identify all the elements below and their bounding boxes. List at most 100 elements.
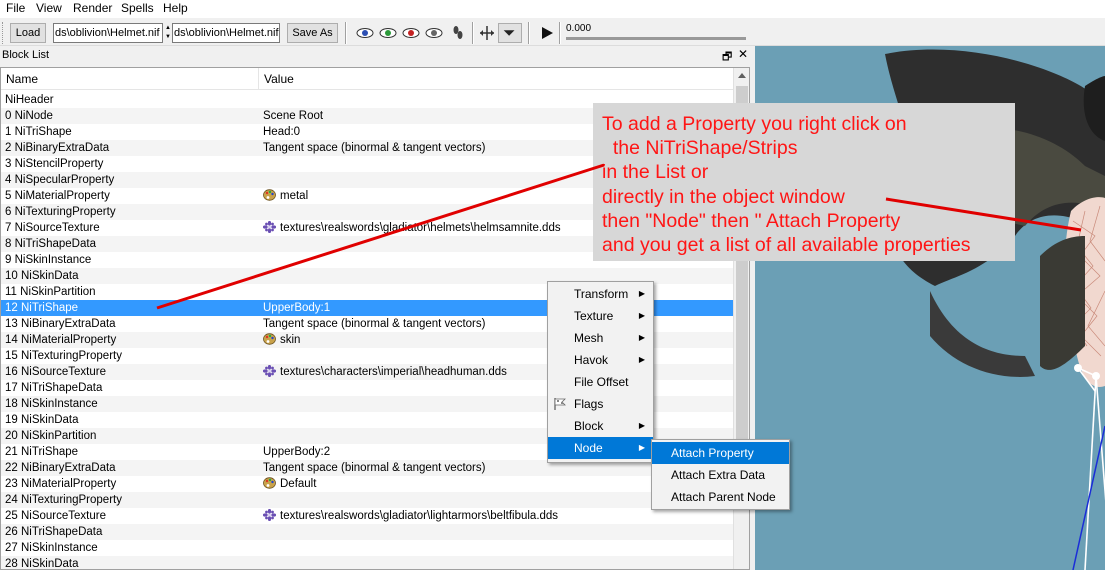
- view-top-icon[interactable]: [356, 24, 374, 42]
- context-menu-label: File Offset: [574, 375, 629, 389]
- context-menu-label: Flags: [574, 397, 604, 411]
- toolbar-separator: [559, 22, 561, 44]
- row-name-cell: 3 NiStencilProperty: [5, 158, 104, 170]
- row-name-cell: 18 NiSkinInstance: [5, 398, 98, 410]
- row-value-cell: textures\realswords\gladiator\helmets\he…: [263, 221, 561, 235]
- table-row[interactable]: 28 NiSkinData: [1, 556, 733, 570]
- annotation-line: directly in the object window: [602, 185, 845, 208]
- context-menu-item-block[interactable]: Block ▶: [548, 415, 653, 437]
- menu-file[interactable]: File: [6, 1, 25, 15]
- row-name-cell: 20 NiSkinPartition: [5, 430, 97, 442]
- load-button[interactable]: Load: [10, 23, 46, 43]
- time-slider[interactable]: [566, 37, 746, 40]
- submenu-arrow-icon: ▶: [638, 355, 645, 364]
- row-value-text: Default: [280, 478, 317, 490]
- row-name-cell: 13 NiBinaryExtraData: [5, 318, 116, 330]
- annotation-line: the NiTriShape/Strips: [602, 137, 798, 160]
- row-value-text: Tangent space (binormal & tangent vector…: [263, 142, 486, 154]
- flag-icon: [554, 398, 566, 410]
- row-value-cell: Default: [263, 477, 316, 491]
- toolbar-separator: [345, 22, 347, 44]
- load-path-spinner[interactable]: ▲ ▼: [164, 24, 172, 42]
- context-menu-item-texture[interactable]: Texture ▶: [548, 305, 653, 327]
- float-icon[interactable]: 🗗: [722, 48, 732, 67]
- row-name-cell: NiHeader: [5, 94, 54, 106]
- row-value-cell: Tangent space (binormal & tangent vector…: [263, 461, 485, 475]
- submenu-arrow-icon: ▶: [638, 333, 645, 342]
- row-name-cell: 21 NiTriShape: [5, 446, 79, 458]
- context-menu-item-transform[interactable]: Transform ▶: [548, 283, 653, 305]
- submenu-item-attach-extra-data[interactable]: Attach Extra Data: [652, 464, 789, 486]
- axis-icon[interactable]: [478, 24, 496, 42]
- submenu-arrow-icon: ▶: [638, 421, 645, 430]
- context-menu-item-node[interactable]: Node ▶: [548, 437, 653, 459]
- row-name-cell: 7 NiSourceTexture: [5, 222, 100, 234]
- time-value: 0.000: [566, 23, 592, 34]
- row-name-cell: 12 NiTriShape: [5, 302, 79, 314]
- texture-icon: [263, 509, 276, 521]
- context-menu-item-flags[interactable]: Flags: [548, 393, 653, 415]
- column-header-name[interactable]: Name: [1, 68, 259, 90]
- close-icon[interactable]: ✕: [738, 47, 748, 61]
- context-menu-label: Block: [574, 419, 604, 433]
- block-list-titlebar: Block List 🗗 ✕: [0, 46, 752, 66]
- menu-view[interactable]: View: [36, 1, 62, 15]
- context-menu-label: Texture: [574, 309, 614, 323]
- context-menu-label: Havok: [574, 353, 609, 367]
- table-row[interactable]: 23 NiMaterialProperty Default: [1, 476, 733, 492]
- row-value-cell: Head:0: [263, 125, 300, 139]
- annotation-line: in the List or: [602, 161, 709, 184]
- menu-render[interactable]: Render: [73, 1, 112, 15]
- view-side-icon[interactable]: [402, 24, 420, 42]
- annotation-line: then "Node" then " Attach Property: [602, 209, 901, 232]
- row-value-cell: textures\characters\imperial\headhuman.d…: [263, 365, 507, 379]
- menu-help[interactable]: Help: [163, 1, 188, 15]
- table-row[interactable]: 27 NiSkinInstance: [1, 540, 733, 556]
- palette-icon: [263, 477, 276, 489]
- menu-spells[interactable]: Spells: [121, 1, 154, 15]
- row-name-cell: 19 NiSkinData: [5, 414, 79, 426]
- submenu-arrow-icon: ▶: [638, 289, 645, 298]
- texture-icon: [263, 365, 276, 377]
- row-value-text: Tangent space (binormal & tangent vector…: [263, 318, 486, 330]
- view-user-icon[interactable]: [425, 24, 443, 42]
- row-name-cell: 0 NiNode: [5, 110, 53, 122]
- save-as-button[interactable]: Save As: [287, 23, 338, 43]
- context-menu-item-havok[interactable]: Havok ▶: [548, 349, 653, 371]
- row-name-cell: 25 NiSourceTexture: [5, 510, 106, 522]
- play-icon[interactable]: [538, 24, 556, 42]
- row-value-cell: Tangent space (binormal & tangent vector…: [263, 141, 485, 155]
- column-header-value[interactable]: Value: [259, 68, 733, 90]
- row-name-cell: 28 NiSkinData: [5, 558, 79, 570]
- row-value-text: textures\realswords\gladiator\helmets\he…: [280, 222, 561, 234]
- context-menu-item-mesh[interactable]: Mesh ▶: [548, 327, 653, 349]
- load-path-field[interactable]: ds\oblivion\Helmet.nif: [53, 23, 163, 43]
- submenu-item-attach-parent-node[interactable]: Attach Parent Node: [652, 486, 789, 508]
- scroll-up-icon[interactable]: [734, 68, 750, 84]
- context-menu-label: Transform: [574, 287, 629, 301]
- row-name-cell: 15 NiTexturingProperty: [5, 350, 122, 362]
- context-menu-item-file-offset[interactable]: File Offset: [548, 371, 653, 393]
- row-name-cell: 22 NiBinaryExtraData: [5, 462, 116, 474]
- annotation-line: To add a Property you right click on: [602, 113, 907, 135]
- table-row[interactable]: 24 NiTexturingProperty: [1, 492, 733, 508]
- save-path-field[interactable]: ds\oblivion\Helmet.nif: [172, 23, 280, 43]
- context-menu: Transform ▶ Texture ▶ Mesh ▶ Havok ▶ File Offset…: [547, 281, 654, 463]
- row-value-cell: UpperBody:2: [263, 445, 330, 459]
- row-value-cell: Tangent space (binormal & tangent vector…: [263, 317, 485, 331]
- palette-icon: [263, 333, 276, 345]
- view-front-icon[interactable]: [379, 24, 397, 42]
- view-dropdown-button[interactable]: [498, 23, 522, 43]
- table-row[interactable]: 25 NiSourceTexture textures\realswords\gl…: [1, 508, 733, 524]
- table-row[interactable]: 26 NiTriShapeData: [1, 524, 733, 540]
- row-name-cell: 23 NiMaterialProperty: [5, 478, 117, 490]
- row-value-text: textures\realswords\gladiator\lightarmor…: [280, 510, 559, 522]
- walk-mode-icon[interactable]: [449, 24, 467, 42]
- submenu-item-attach-property[interactable]: Attach Property: [652, 442, 789, 464]
- menubar: File View Render Spells Help: [0, 0, 1105, 18]
- row-value-text: textures\characters\imperial\headhuman.d…: [280, 366, 507, 378]
- toolbar: Load ds\oblivion\Helmet.nif ▲ ▼ ds\oblivi…: [0, 18, 1105, 46]
- row-name-cell: 2 NiBinaryExtraData: [5, 142, 110, 154]
- row-name-cell: 26 NiTriShapeData: [5, 526, 103, 538]
- row-value-text: metal: [280, 190, 309, 202]
